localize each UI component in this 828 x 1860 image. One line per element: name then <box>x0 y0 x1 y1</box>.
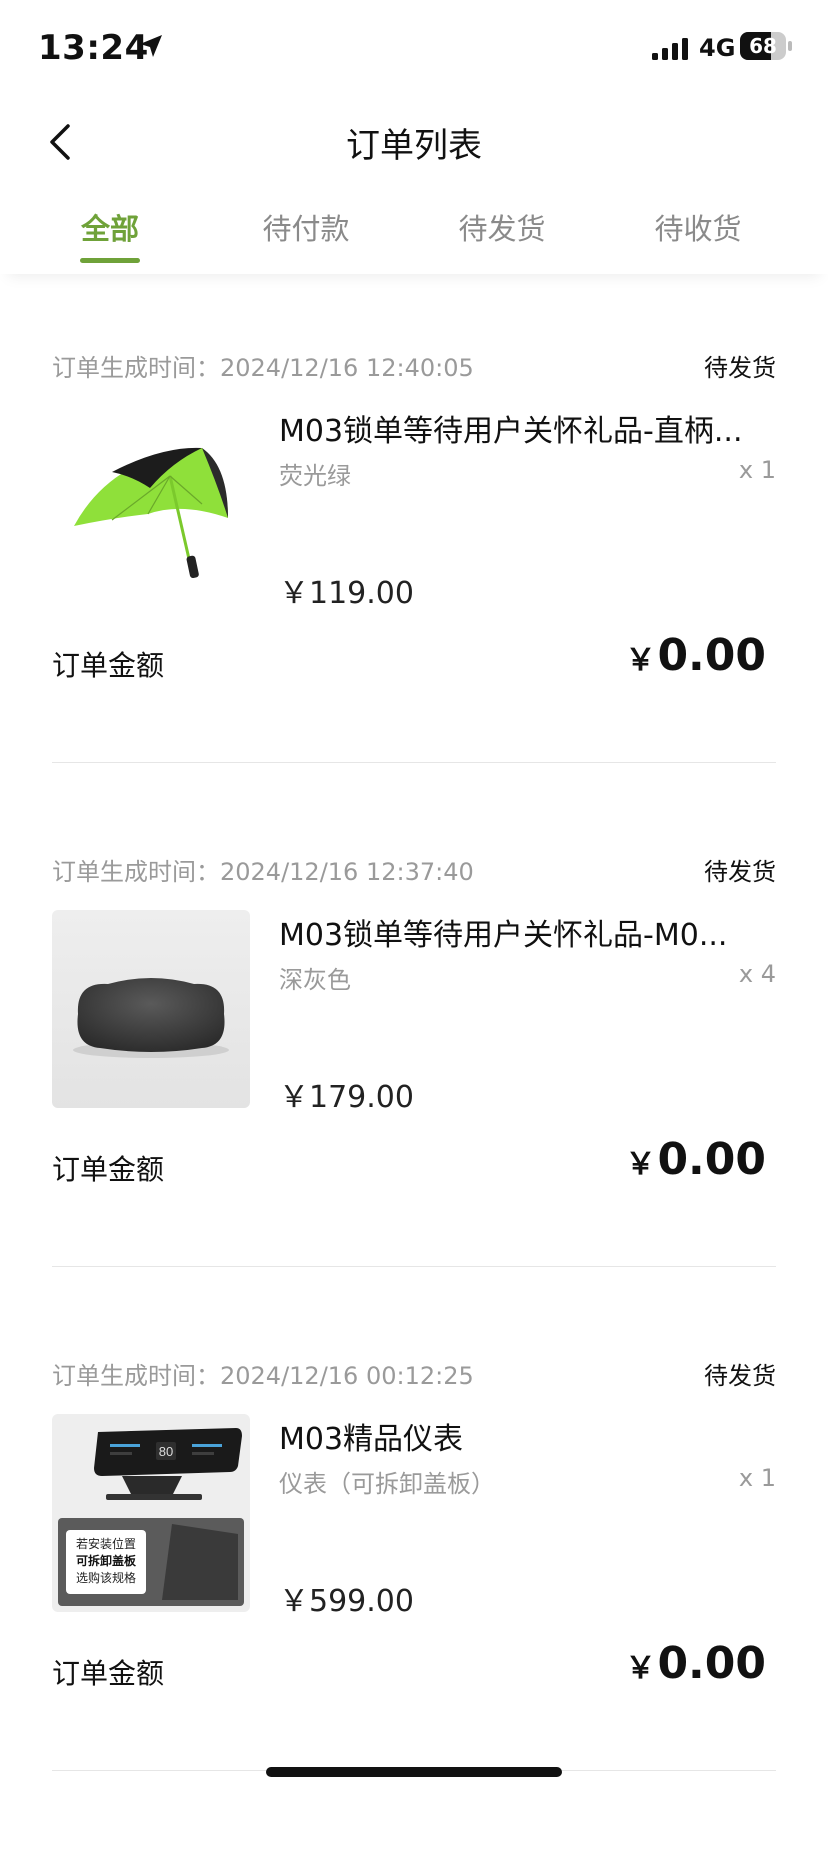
currency-symbol: ￥ <box>625 1147 656 1182</box>
product-price: ￥119.00 <box>279 576 414 611</box>
product-name: M03精品仪表 <box>279 1422 464 1457</box>
display-speed: 80 <box>159 1444 173 1459</box>
currency-symbol: ￥ <box>625 643 656 678</box>
order-total-label: 订单金额 <box>52 1657 165 1690</box>
order-total-value: 0.00 <box>657 630 766 681</box>
order-total-label: 订单金额 <box>52 649 165 682</box>
battery-level: 68 <box>749 34 777 58</box>
umbrella-image <box>52 406 250 604</box>
order-status: 待发货 <box>704 1362 776 1390</box>
order-total-amount: ￥0.00 <box>625 630 766 681</box>
thumb-caption-line: 若安装位置 <box>76 1536 136 1551</box>
order-card[interactable]: 订单生成时间：2024/12/16 12:37:40 待发货 M03锁单等待用户… <box>52 852 776 1356</box>
product-quantity: x 1 <box>738 456 776 484</box>
product-name: M03锁单等待用户关怀礼品-M0... <box>279 918 728 953</box>
order-created-time: 订单生成时间：2024/12/16 12:37:40 <box>52 858 474 886</box>
product-variant: 深灰色 <box>279 966 351 994</box>
product-price: ￥179.00 <box>279 1080 414 1115</box>
order-card[interactable]: 订单生成时间：2024/12/16 00:12:25 待发货 80 若安装位置 … <box>52 1356 776 1860</box>
thumb-caption-line: 可拆卸盖板 <box>76 1553 137 1568</box>
home-indicator[interactable] <box>266 1767 562 1777</box>
product-price: ￥599.00 <box>279 1584 414 1619</box>
status-time: 13:24 <box>38 28 149 68</box>
order-created-time: 订单生成时间：2024/12/16 12:40:05 <box>52 354 474 382</box>
divider <box>52 1266 776 1267</box>
battery-icon: 68 <box>740 32 792 60</box>
navigation-bar: 订单列表 <box>0 96 828 188</box>
location-arrow-icon <box>138 33 164 63</box>
neck-pillow-image <box>52 910 250 1108</box>
page-title: 订单列表 <box>346 126 482 166</box>
tab-pending-payment[interactable]: 待付款 <box>208 206 404 248</box>
product-quantity: x 1 <box>738 1464 776 1492</box>
status-bar: 13:24 4G 68 <box>0 0 828 96</box>
currency-symbol: ￥ <box>625 1651 656 1686</box>
order-status: 待发货 <box>704 354 776 382</box>
order-total-label: 订单金额 <box>52 1153 165 1186</box>
tab-label: 待收货 <box>654 212 742 246</box>
tab-label: 待发货 <box>458 212 546 246</box>
order-total-value: 0.00 <box>657 1638 766 1689</box>
product-name: M03锁单等待用户关怀礼品-直柄... <box>279 414 743 449</box>
tab-all[interactable]: 全部 <box>12 206 208 263</box>
order-status: 待发货 <box>704 858 776 886</box>
network-type: 4G <box>699 34 736 62</box>
order-tabs: 全部 待付款 待发货 待收货 <box>0 188 828 274</box>
tab-pending-receipt[interactable]: 待收货 <box>600 206 796 248</box>
order-total-amount: ￥0.00 <box>625 1638 766 1689</box>
tab-label: 待付款 <box>262 212 350 246</box>
tab-pending-shipment[interactable]: 待发货 <box>404 206 600 248</box>
cellular-signal-icon <box>652 38 690 64</box>
order-total-value: 0.00 <box>657 1134 766 1185</box>
product-quantity: x 4 <box>738 960 776 988</box>
tab-label: 全部 <box>80 212 139 246</box>
order-card[interactable]: 订单生成时间：2024/12/16 12:40:05 待发货 M03锁单等待用户… <box>52 348 776 852</box>
order-created-time: 订单生成时间：2024/12/16 00:12:25 <box>52 1362 474 1390</box>
order-total-amount: ￥0.00 <box>625 1134 766 1185</box>
product-variant: 荧光绿 <box>279 462 351 490</box>
thumb-caption-line: 选购该规格 <box>76 1570 136 1585</box>
product-variant: 仪表（可拆卸盖板） <box>279 1470 495 1498</box>
divider <box>52 762 776 763</box>
dashboard-display-image: 80 若安装位置 可拆卸盖板 选购该规格 <box>52 1414 250 1612</box>
tab-active-indicator <box>80 258 140 263</box>
